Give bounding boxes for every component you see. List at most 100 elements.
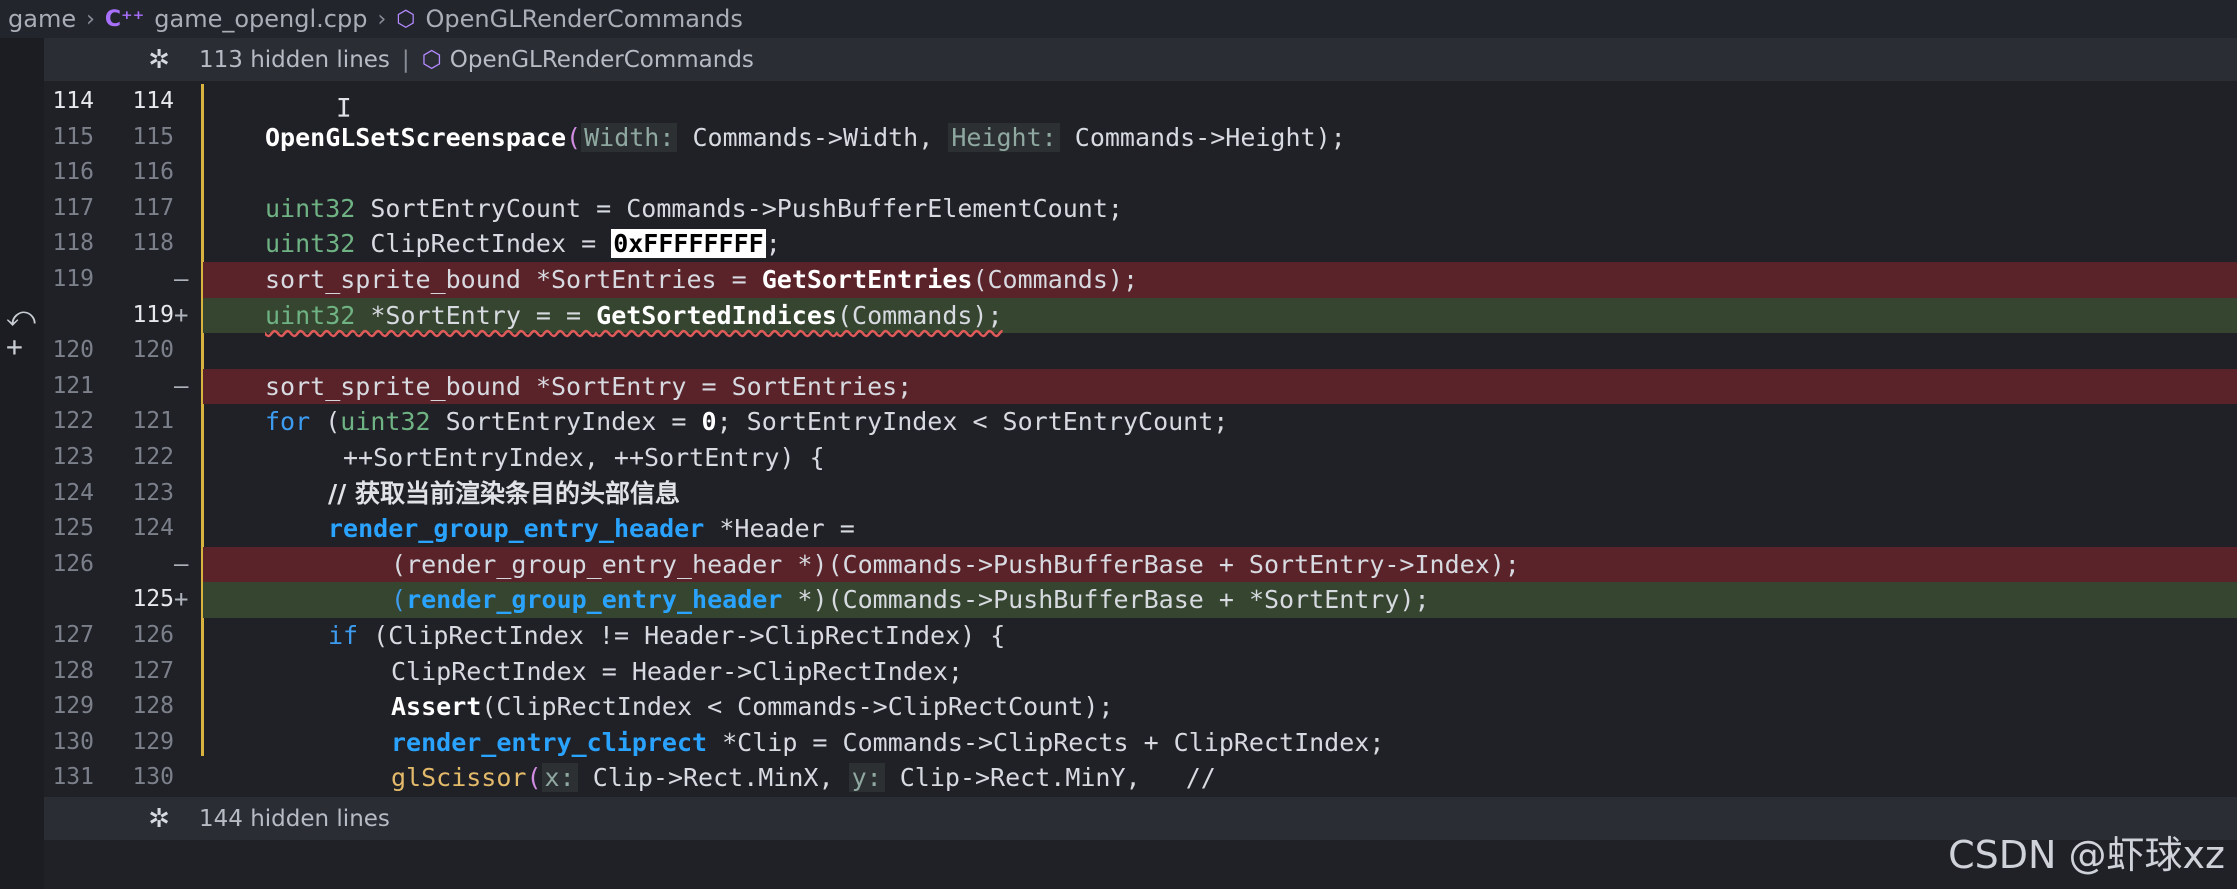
code-text[interactable]: render_group_entry_header *Header = [203, 511, 2237, 547]
code-text[interactable]: uint32 ClipRectIndex = 0xFFFFFFFF; [203, 226, 2237, 262]
code-line: 116 116 [0, 155, 2237, 191]
line-number-original: 116 [52, 159, 94, 186]
code-b: *SortEntry); [1248, 585, 1430, 615]
line-number-modified: 114 [132, 88, 174, 114]
param-hint: Height: [948, 122, 1060, 152]
code-text[interactable] [203, 155, 2237, 191]
code-line: 122 121 for (uint32 SortEntryIndex = 0; … [0, 404, 2237, 440]
code-end: ; [765, 229, 781, 259]
diff-marker: + [174, 300, 189, 329]
code-text[interactable]: // 获取当前渲染条目的头部信息 [203, 476, 2237, 512]
code-a: *Clip = Commands->ClipRects + ClipRectIn… [707, 727, 1385, 757]
hidden-lines-top[interactable]: ✲ 113 hidden lines | ⬡ OpenGLRenderComma… [44, 38, 2237, 81]
code-c: (Commands); [836, 300, 1003, 330]
paren: ( [566, 122, 582, 152]
line-number-modified: 126 [132, 622, 174, 648]
line-number-modified: 117 [132, 194, 174, 221]
param-hint: Width: [581, 122, 678, 152]
fold-icon[interactable]: ✲ [129, 45, 189, 75]
breadcrumb-file[interactable]: game_opengl.cpp [154, 5, 367, 33]
arg: Commands->Height); [1074, 122, 1346, 152]
code-text[interactable]: ++SortEntryIndex, ++SortEntry) { [203, 440, 2237, 476]
line-number-modified: 120 [132, 337, 174, 364]
function-name: GetSortedIndices [596, 300, 837, 330]
code-b: *SortEntry = SortEntries; [535, 371, 913, 401]
code-a: ClipRectIndex = Header->ClipRectIndex; [391, 656, 963, 686]
line-number-original: 117 [52, 194, 94, 221]
line-number-modified: 115 [132, 123, 174, 150]
code-line: 128 127 ClipRectIndex = Header->ClipRect… [0, 654, 2237, 690]
text-cursor-icon: Ι [336, 94, 352, 124]
code-line: 118 118 uint32 ClipRectIndex = 0xFFFFFFF… [0, 226, 2237, 262]
line-number-modified: 123 [132, 479, 174, 506]
fold-icon[interactable]: ✲ [129, 804, 189, 834]
code-a: *Header = [704, 514, 855, 544]
code-text[interactable]: render_entry_cliprect *Clip = Commands->… [203, 725, 2237, 761]
code-text[interactable]: if (ClipRectIndex != Header->ClipRectInd… [203, 618, 2237, 654]
code-text[interactable] [203, 333, 2237, 369]
code-line-deleted: 121 — sort_sprite_bound *SortEntry = Sor… [0, 368, 2237, 405]
code-rest: SortEntryCount = Commands->PushBufferEle… [355, 193, 1123, 223]
line-number-original: 123 [52, 444, 94, 470]
code-text[interactable]: (render_group_entry_header *)(Commands->… [203, 546, 2237, 583]
code-text[interactable]: uint32 SortEntryCount = Commands->PushBu… [203, 191, 2237, 227]
diff-marker: + [174, 585, 189, 614]
line-number-original: 129 [52, 693, 94, 720]
function-name: Assert [391, 692, 482, 722]
code-b: *SortEntries = [535, 265, 762, 294]
diff-marker: — [174, 371, 189, 400]
hidden-lines-bottom[interactable]: ✲ 144 hidden lines [44, 797, 2237, 840]
code-line: 123 122 ++SortEntryIndex, ++SortEntry) { [0, 440, 2237, 476]
line-number-modified: 119 [132, 301, 174, 328]
code-text[interactable]: sort_sprite_bound *SortEntry = SortEntri… [203, 368, 2237, 405]
line-number-modified: 118 [132, 230, 174, 257]
keyword: if [328, 621, 359, 650]
line-number-modified: 127 [132, 657, 174, 684]
line-number-original: 124 [52, 479, 94, 506]
function-call: glScissor [391, 763, 527, 793]
code-line: 131 130 glScissor(x: Clip->Rect.MinX, y:… [0, 760, 2237, 796]
paren: ( [526, 763, 542, 793]
number: 0 [701, 407, 717, 437]
type-name: render_group_entry_header [406, 585, 783, 615]
code-line: 125 124 render_group_entry_header *Heade… [0, 511, 2237, 547]
diff-editor[interactable]: 114 114 115 115 OpenGLSetScreenspace(Wid… [0, 84, 2237, 800]
code-text[interactable]: uint32 *SortEntry = = GetSortedIndices(C… [203, 297, 2237, 334]
code-line-added: 119 + uint32 *SortEntry = = GetSortedInd… [0, 297, 2237, 334]
type-name: render_group_entry_header [328, 514, 705, 544]
code-text[interactable] [203, 84, 2237, 120]
code-c: (Commands); [972, 265, 1139, 294]
code-text[interactable]: glScissor(x: Clip->Rect.MinX, y: Clip->R… [203, 760, 2237, 796]
code-a: sort_sprite_bound [265, 371, 536, 401]
code-rest: ClipRectIndex = [355, 229, 612, 259]
code-line: 117 117 uint32 SortEntryCount = Commands… [0, 191, 2237, 227]
code-text[interactable]: sort_sprite_bound *SortEntries = GetSort… [203, 262, 2237, 298]
symbol-cube-icon: ⬡ [421, 46, 442, 73]
code-text[interactable]: ClipRectIndex = Header->ClipRectIndex; [203, 654, 2237, 690]
keyword: for [265, 407, 311, 437]
line-number-modified: 122 [132, 444, 174, 470]
cpp-file-icon: C⁺⁺ [104, 6, 145, 32]
code-a: *SortEntry = = [355, 300, 597, 330]
line-number-original: 126 [52, 550, 94, 577]
code-text[interactable]: for (uint32 SortEntryIndex = 0; SortEntr… [203, 404, 2237, 440]
code-text[interactable]: OpenGLSetScreenspace(Width: Commands->Wi… [203, 120, 2237, 156]
breadcrumb-root[interactable]: game [8, 5, 76, 33]
type: uint32 [265, 229, 356, 259]
line-number-original: 127 [52, 622, 94, 648]
breadcrumb-symbol[interactable]: OpenGLRenderCommands [426, 5, 743, 33]
code-text[interactable]: Assert(ClipRectIndex < Commands->ClipRec… [203, 689, 2237, 725]
line-number-original: 114 [52, 88, 94, 114]
line-number-original: 131 [52, 764, 94, 791]
code-text[interactable]: (render_group_entry_header *)(Commands->… [203, 582, 2237, 618]
line-number-modified: 130 [132, 764, 174, 791]
line-number-modified: 124 [132, 515, 174, 542]
code-line: 130 129 render_entry_cliprect *Clip = Co… [0, 725, 2237, 761]
line-number-original: 119 [52, 266, 94, 292]
code-a: ++SortEntryIndex, ++SortEntry) { [343, 443, 825, 472]
param-hint: y: [848, 763, 885, 793]
param-hint: x: [541, 763, 578, 793]
comment: // 获取当前渲染条目的头部信息 [328, 478, 680, 508]
line-number-modified: 129 [132, 728, 174, 755]
code-line: 124 123 // 获取当前渲染条目的头部信息 [0, 476, 2237, 512]
